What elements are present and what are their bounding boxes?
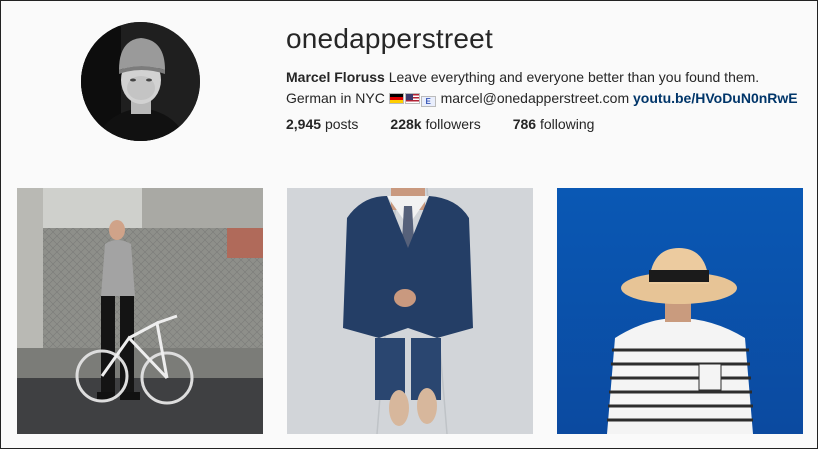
post-thumbnail-3[interactable]	[557, 188, 803, 434]
profile-page: onedapperstreet Marcel Floruss Leave eve…	[0, 0, 818, 449]
hat-photo	[557, 188, 803, 434]
profile-stats: 2,945 posts 228k followers 786 following	[286, 116, 594, 132]
profile-username: onedapperstreet	[286, 23, 493, 54]
german-flag-icon	[388, 93, 404, 104]
avatar-image	[81, 22, 200, 141]
followers-count: 228k	[390, 116, 422, 132]
suit-photo	[287, 188, 533, 434]
bio-email: marcel@onedapperstreet.com	[440, 90, 630, 106]
bicycle-photo	[17, 188, 263, 434]
profile-avatar[interactable]	[81, 22, 200, 141]
following-stat[interactable]: 786 following	[513, 116, 595, 132]
post-thumbnail-2[interactable]	[287, 188, 533, 434]
posts-count: 2,945	[286, 116, 322, 132]
followers-label: followers	[425, 116, 481, 132]
followers-stat[interactable]: 228k followers	[390, 116, 480, 132]
following-label: following	[539, 116, 595, 132]
profile-full-name: Marcel Floruss	[286, 69, 385, 85]
bio-link[interactable]: youtu.be/HVoDuN0nRwE	[633, 90, 798, 106]
posts-stat: 2,945 posts	[286, 116, 358, 132]
following-count: 786	[512, 116, 537, 132]
posts-label: posts	[324, 116, 359, 132]
e-badge-icon: E	[420, 96, 436, 107]
post-thumbnail-1[interactable]	[17, 188, 263, 434]
profile-bio: Marcel Floruss Leave everything and ever…	[286, 67, 806, 109]
us-flag-icon	[404, 93, 420, 104]
